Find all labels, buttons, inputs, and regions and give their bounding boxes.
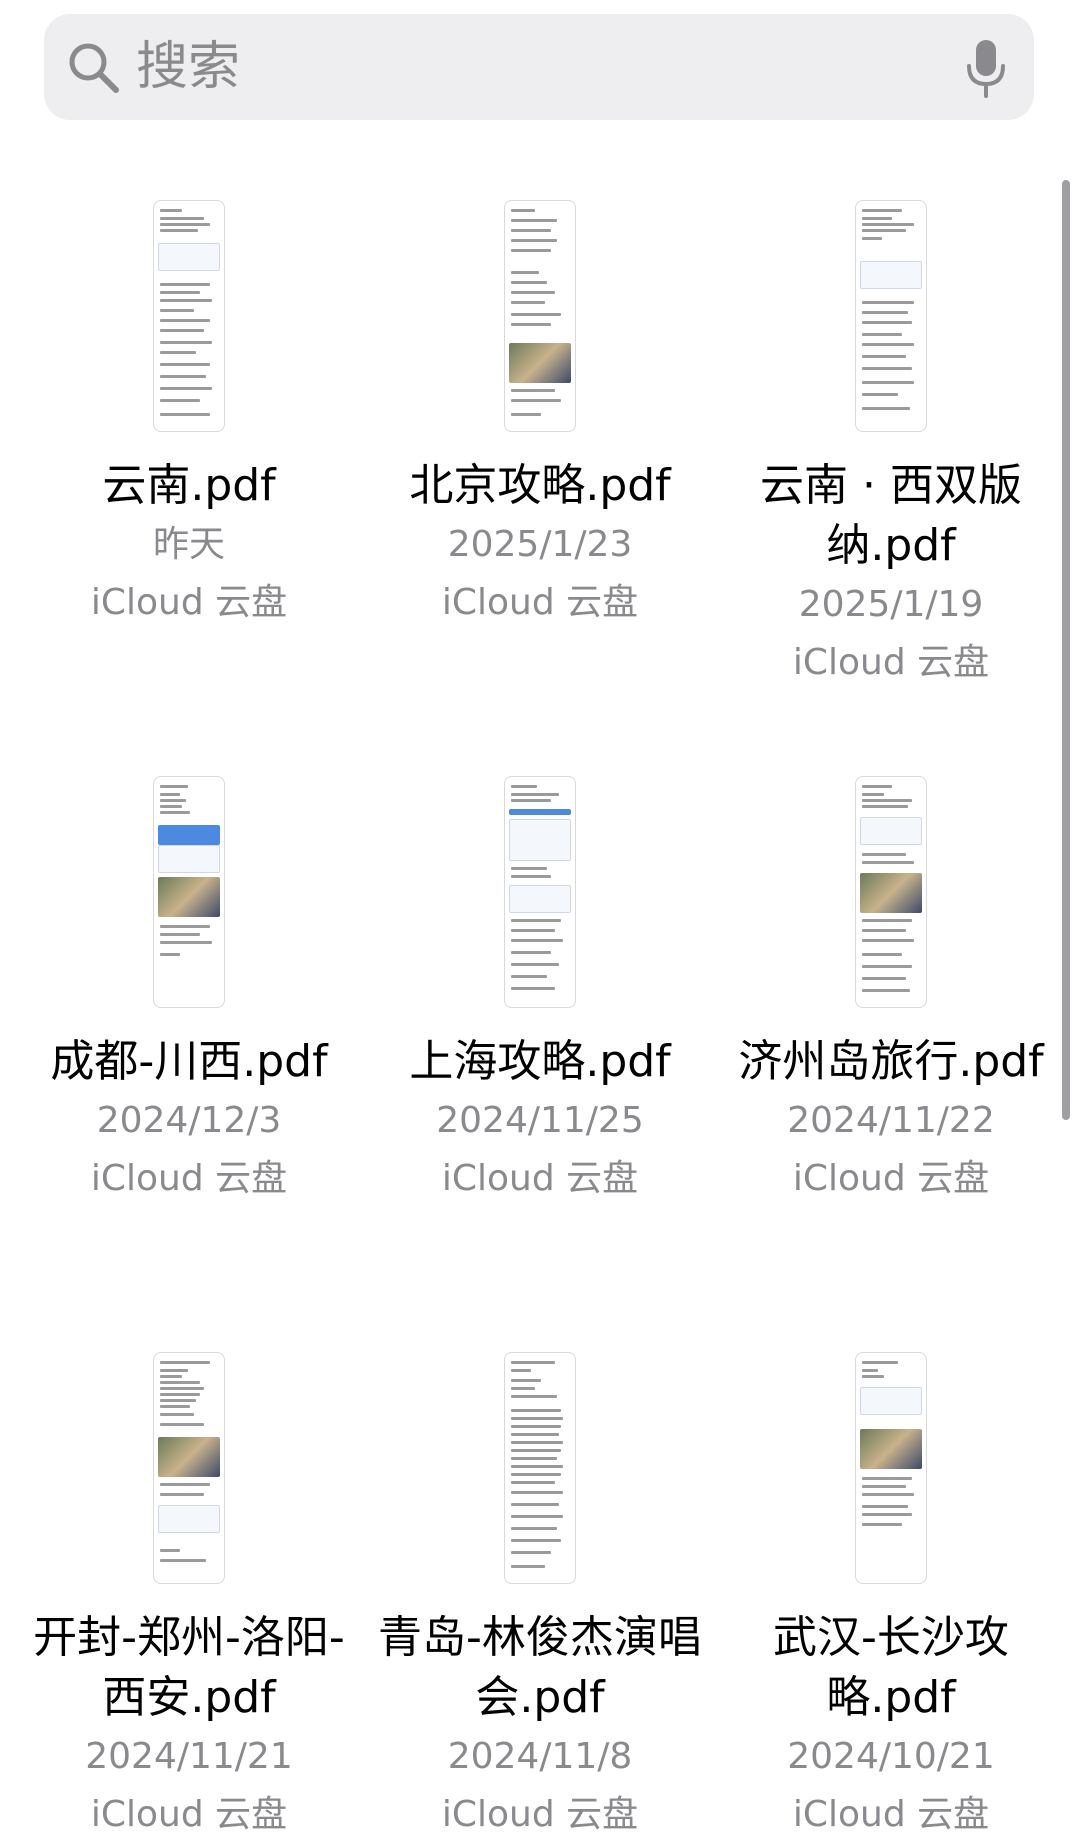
file-location: iCloud 云盘	[441, 582, 639, 623]
file-name: 济州岛旅行.pdf	[738, 1036, 1044, 1087]
file-date: 2025/1/19	[798, 584, 984, 625]
file-name: 开封-郑州-洛阳-西安.pdf	[33, 1612, 345, 1723]
pdf-thumbnail[interactable]	[504, 200, 576, 432]
pdf-thumbnail[interactable]	[153, 1352, 225, 1584]
file-item[interactable]: 上海攻略.pdf 2024/11/25 iCloud 云盘	[367, 776, 713, 1208]
file-name: 青岛-林俊杰演唱会.pdf	[378, 1612, 702, 1723]
file-item[interactable]: 云南 · 西双版纳.pdf 2025/1/19 iCloud 云盘	[718, 200, 1064, 692]
file-location: iCloud 云盘	[792, 642, 990, 683]
file-date: 2024/11/21	[85, 1736, 293, 1777]
search-bar[interactable]: 搜索	[44, 14, 1034, 120]
file-item[interactable]: 青岛-林俊杰演唱会.pdf 2024/11/8 iCloud 云盘	[367, 1352, 713, 1844]
file-name: 武汉-长沙攻略.pdf	[773, 1612, 1009, 1723]
file-date: 2024/11/25	[436, 1100, 644, 1141]
pdf-thumbnail[interactable]	[855, 200, 927, 432]
file-item[interactable]: 成都-川西.pdf 2024/12/3 iCloud 云盘	[16, 776, 362, 1208]
pdf-thumbnail[interactable]	[153, 200, 225, 432]
file-name: 成都-川西.pdf	[50, 1036, 328, 1087]
pdf-thumbnail[interactable]	[855, 776, 927, 1008]
file-name: 云南.pdf	[102, 460, 276, 511]
file-date: 昨天	[152, 524, 225, 565]
file-location: iCloud 云盘	[792, 1794, 990, 1835]
file-date: 2024/12/3	[96, 1100, 282, 1141]
file-item[interactable]: 开封-郑州-洛阳-西安.pdf 2024/11/21 iCloud 云盘	[16, 1352, 362, 1844]
file-item[interactable]: 北京攻略.pdf 2025/1/23 iCloud 云盘	[367, 200, 713, 632]
file-location: iCloud 云盘	[90, 582, 288, 623]
file-date: 2024/10/21	[787, 1736, 995, 1777]
file-item[interactable]: 济州岛旅行.pdf 2024/11/22 iCloud 云盘	[718, 776, 1064, 1208]
file-name: 云南 · 西双版纳.pdf	[760, 460, 1022, 571]
file-location: iCloud 云盘	[441, 1158, 639, 1199]
file-date: 2025/1/23	[447, 524, 633, 565]
pdf-thumbnail[interactable]	[504, 1352, 576, 1584]
file-item[interactable]: 云南.pdf 昨天 iCloud 云盘	[16, 200, 362, 632]
file-location: iCloud 云盘	[90, 1158, 288, 1199]
file-name: 北京攻略.pdf	[409, 460, 671, 511]
file-location: iCloud 云盘	[792, 1158, 990, 1199]
microphone-icon[interactable]	[964, 38, 1008, 100]
pdf-thumbnail[interactable]	[153, 776, 225, 1008]
file-location: iCloud 云盘	[441, 1794, 639, 1835]
file-location: iCloud 云盘	[90, 1794, 288, 1835]
search-icon	[69, 43, 119, 93]
pdf-thumbnail[interactable]	[855, 1352, 927, 1584]
pdf-thumbnail[interactable]	[504, 776, 576, 1008]
file-date: 2024/11/8	[447, 1736, 633, 1777]
file-item[interactable]: 武汉-长沙攻略.pdf 2024/10/21 iCloud 云盘	[718, 1352, 1064, 1844]
file-name: 上海攻略.pdf	[409, 1036, 671, 1087]
file-date: 2024/11/22	[787, 1100, 995, 1141]
search-input[interactable]: 搜索	[136, 36, 240, 98]
